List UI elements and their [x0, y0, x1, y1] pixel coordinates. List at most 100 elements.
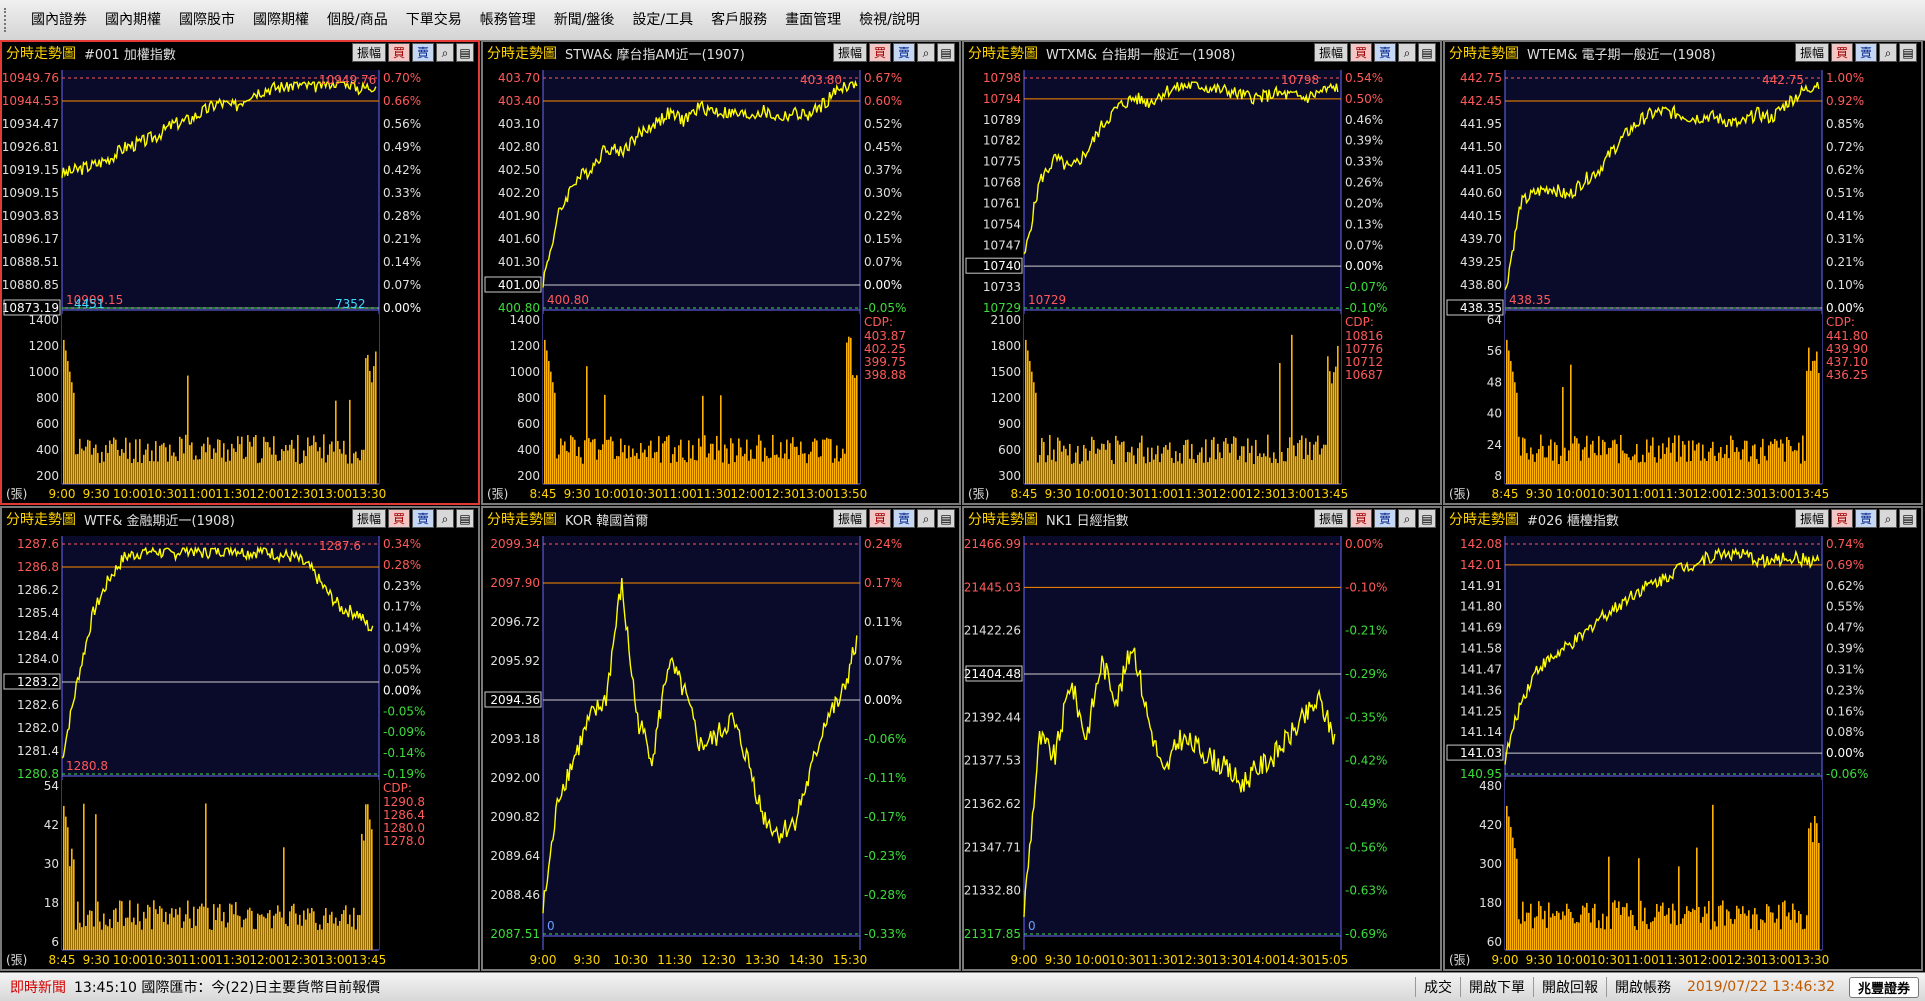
volume-bar — [69, 866, 71, 950]
volume-bar — [265, 441, 267, 484]
folder-icon[interactable]: ▤ — [456, 509, 474, 528]
menu-item[interactable]: 國內證券 — [22, 0, 96, 40]
price-tick-label: 10888.51 — [2, 255, 59, 269]
symbol-name[interactable]: WTF& 金融期近一(1908) — [84, 510, 235, 529]
buy-button[interactable]: 買 — [868, 509, 891, 528]
symbol-name[interactable]: NK1 日經指數 — [1046, 510, 1129, 529]
search-icon[interactable]: ⌕ — [1879, 43, 1897, 62]
buy-button[interactable]: 買 — [1349, 509, 1372, 528]
menu-item[interactable]: 新聞/盤後 — [545, 0, 624, 40]
sell-button[interactable]: 賣 — [1373, 509, 1396, 528]
volume-bar — [648, 445, 650, 484]
chart-panel[interactable]: 分時走勢圖 WTXM& 台指期一般近一(1908) 振幅 買 賣 ⌕ ▤ 107… — [962, 40, 1442, 505]
sell-button[interactable]: 賣 — [411, 43, 434, 62]
volume-bar — [1722, 900, 1724, 950]
volume-bar — [1664, 915, 1666, 950]
volume-bar — [1249, 452, 1251, 484]
buy-button[interactable]: 買 — [387, 43, 410, 62]
volume-bar — [1792, 903, 1794, 950]
menu-item[interactable]: 客戶服務 — [702, 0, 776, 40]
menu-item[interactable]: 個股/商品 — [318, 0, 397, 40]
search-icon[interactable]: ⌕ — [436, 509, 454, 528]
chart-panel[interactable]: 分時走勢圖 STWA& 摩台指AM近一(1907) 振幅 買 賣 ⌕ ▤ 403… — [481, 40, 961, 505]
open-order-button[interactable]: 開啟下單 — [1459, 977, 1533, 997]
buy-button[interactable]: 買 — [868, 43, 891, 62]
buy-button[interactable]: 買 — [387, 509, 410, 528]
folder-icon[interactable]: ▤ — [1899, 509, 1917, 528]
sell-button[interactable]: 賣 — [892, 43, 915, 62]
amplitude-button[interactable]: 振幅 — [1794, 43, 1829, 62]
amplitude-button[interactable]: 振幅 — [351, 43, 386, 62]
search-icon[interactable]: ⌕ — [917, 43, 935, 62]
folder-icon[interactable]: ▤ — [1418, 43, 1436, 62]
buy-button[interactable]: 買 — [1349, 43, 1372, 62]
price-tick-label: 10754 — [983, 217, 1021, 231]
volume-bar — [1736, 447, 1738, 484]
volume-bar — [1508, 816, 1510, 950]
time-tick-label: 12:00 — [249, 487, 284, 501]
amplitude-button[interactable]: 振幅 — [1313, 509, 1348, 528]
volume-bar — [295, 913, 297, 950]
buy-button[interactable]: 買 — [1830, 43, 1853, 62]
search-icon[interactable]: ⌕ — [917, 509, 935, 528]
menu-item[interactable]: 下單交易 — [397, 0, 471, 40]
menu-item[interactable]: 國際期權 — [244, 0, 318, 40]
folder-icon[interactable]: ▤ — [937, 43, 955, 62]
buy-button[interactable]: 買 — [1830, 509, 1853, 528]
sell-button[interactable]: 賣 — [1854, 509, 1877, 528]
deals-button[interactable]: 成交 — [1414, 977, 1460, 997]
sell-button[interactable]: 賣 — [411, 509, 434, 528]
search-icon[interactable]: ⌕ — [1398, 43, 1416, 62]
volume-bar — [714, 459, 716, 484]
amplitude-button[interactable]: 振幅 — [1794, 509, 1829, 528]
amplitude-button[interactable]: 振幅 — [832, 509, 867, 528]
chart-panel[interactable]: 分時走勢圖 KOR 韓國首爾 振幅 買 賣 ⌕ ▤ 2099.34 2097.90… — [481, 506, 961, 971]
open-report-button[interactable]: 開啟回報 — [1532, 977, 1606, 997]
panel-title-bar: 分時走勢圖 NK1 日經指數 振幅 買 賣 ⌕ ▤ — [964, 508, 1440, 530]
pct-tick-label: -0.28% — [864, 888, 906, 902]
symbol-name[interactable]: #001 加權指數 — [84, 44, 176, 63]
volume-bar — [181, 438, 183, 484]
chart-panel[interactable]: 分時走勢圖 #026 櫃檯指數 振幅 買 賣 ⌕ ▤ 142.08 142.01 1… — [1443, 506, 1923, 971]
symbol-name[interactable]: WTEM& 電子期一般近一(1908) — [1527, 44, 1716, 63]
menu-item[interactable]: 國內期權 — [96, 0, 170, 40]
search-icon[interactable]: ⌕ — [1879, 509, 1897, 528]
menu-item[interactable]: 帳務管理 — [471, 0, 545, 40]
sell-button[interactable]: 賣 — [892, 509, 915, 528]
pct-tick-label: 0.54% — [1345, 71, 1383, 85]
symbol-name[interactable]: WTXM& 台指期一般近一(1908) — [1046, 44, 1235, 63]
volume-bar — [1634, 454, 1636, 484]
chart-panel[interactable]: 分時走勢圖 WTEM& 電子期一般近一(1908) 振幅 買 賣 ⌕ ▤ 442… — [1443, 40, 1923, 505]
chart-panel[interactable]: 分時走勢圖 #001 加權指數 振幅 買 賣 ⌕ ▤ 10949.76 10944… — [0, 40, 480, 505]
symbol-name[interactable]: STWA& 摩台指AM近一(1907) — [565, 44, 745, 63]
volume-tick-label: 60 — [1487, 935, 1502, 949]
folder-icon[interactable]: ▤ — [1899, 43, 1917, 62]
menu-item[interactable]: 設定/工具 — [623, 0, 702, 40]
volume-bar — [1528, 912, 1530, 950]
menu-item[interactable]: 畫面管理 — [776, 0, 850, 40]
amplitude-button[interactable]: 振幅 — [1313, 43, 1348, 62]
volume-bar — [189, 445, 191, 484]
menu-item[interactable]: 國際股市 — [170, 0, 244, 40]
news-label[interactable]: 即時新聞 — [10, 977, 66, 997]
search-icon[interactable]: ⌕ — [436, 43, 454, 62]
symbol-name[interactable]: #026 櫃檯指數 — [1527, 510, 1619, 529]
folder-icon[interactable]: ▤ — [1418, 509, 1436, 528]
symbol-name[interactable]: KOR 韓國首爾 — [565, 510, 648, 529]
amplitude-button[interactable]: 振幅 — [832, 43, 867, 62]
chart-panel[interactable]: 分時走勢圖 NK1 日經指數 振幅 買 賣 ⌕ ▤ 21466.99 21445.… — [962, 506, 1442, 971]
search-icon[interactable]: ⌕ — [1398, 509, 1416, 528]
volume-bar — [1570, 364, 1572, 484]
sell-button[interactable]: 賣 — [1373, 43, 1396, 62]
news-ticker[interactable]: 13:45:10 國際匯市：今(22)日主要貨幣目前報價 — [74, 977, 380, 997]
folder-icon[interactable]: ▤ — [456, 43, 474, 62]
open-account-button[interactable]: 開啟帳務 — [1605, 977, 1679, 997]
folder-icon[interactable]: ▤ — [937, 509, 955, 528]
volume-bar — [1784, 900, 1786, 950]
volume-tick-label: 1200 — [990, 391, 1021, 405]
chart-panel[interactable]: 分時走勢圖 WTF& 金融期近一(1908) 振幅 買 賣 ⌕ ▤ 1287.6… — [0, 506, 480, 971]
toolbar-grip[interactable] — [4, 8, 16, 32]
amplitude-button[interactable]: 振幅 — [351, 509, 386, 528]
sell-button[interactable]: 賣 — [1854, 43, 1877, 62]
menu-item[interactable]: 檢視/說明 — [850, 0, 929, 40]
